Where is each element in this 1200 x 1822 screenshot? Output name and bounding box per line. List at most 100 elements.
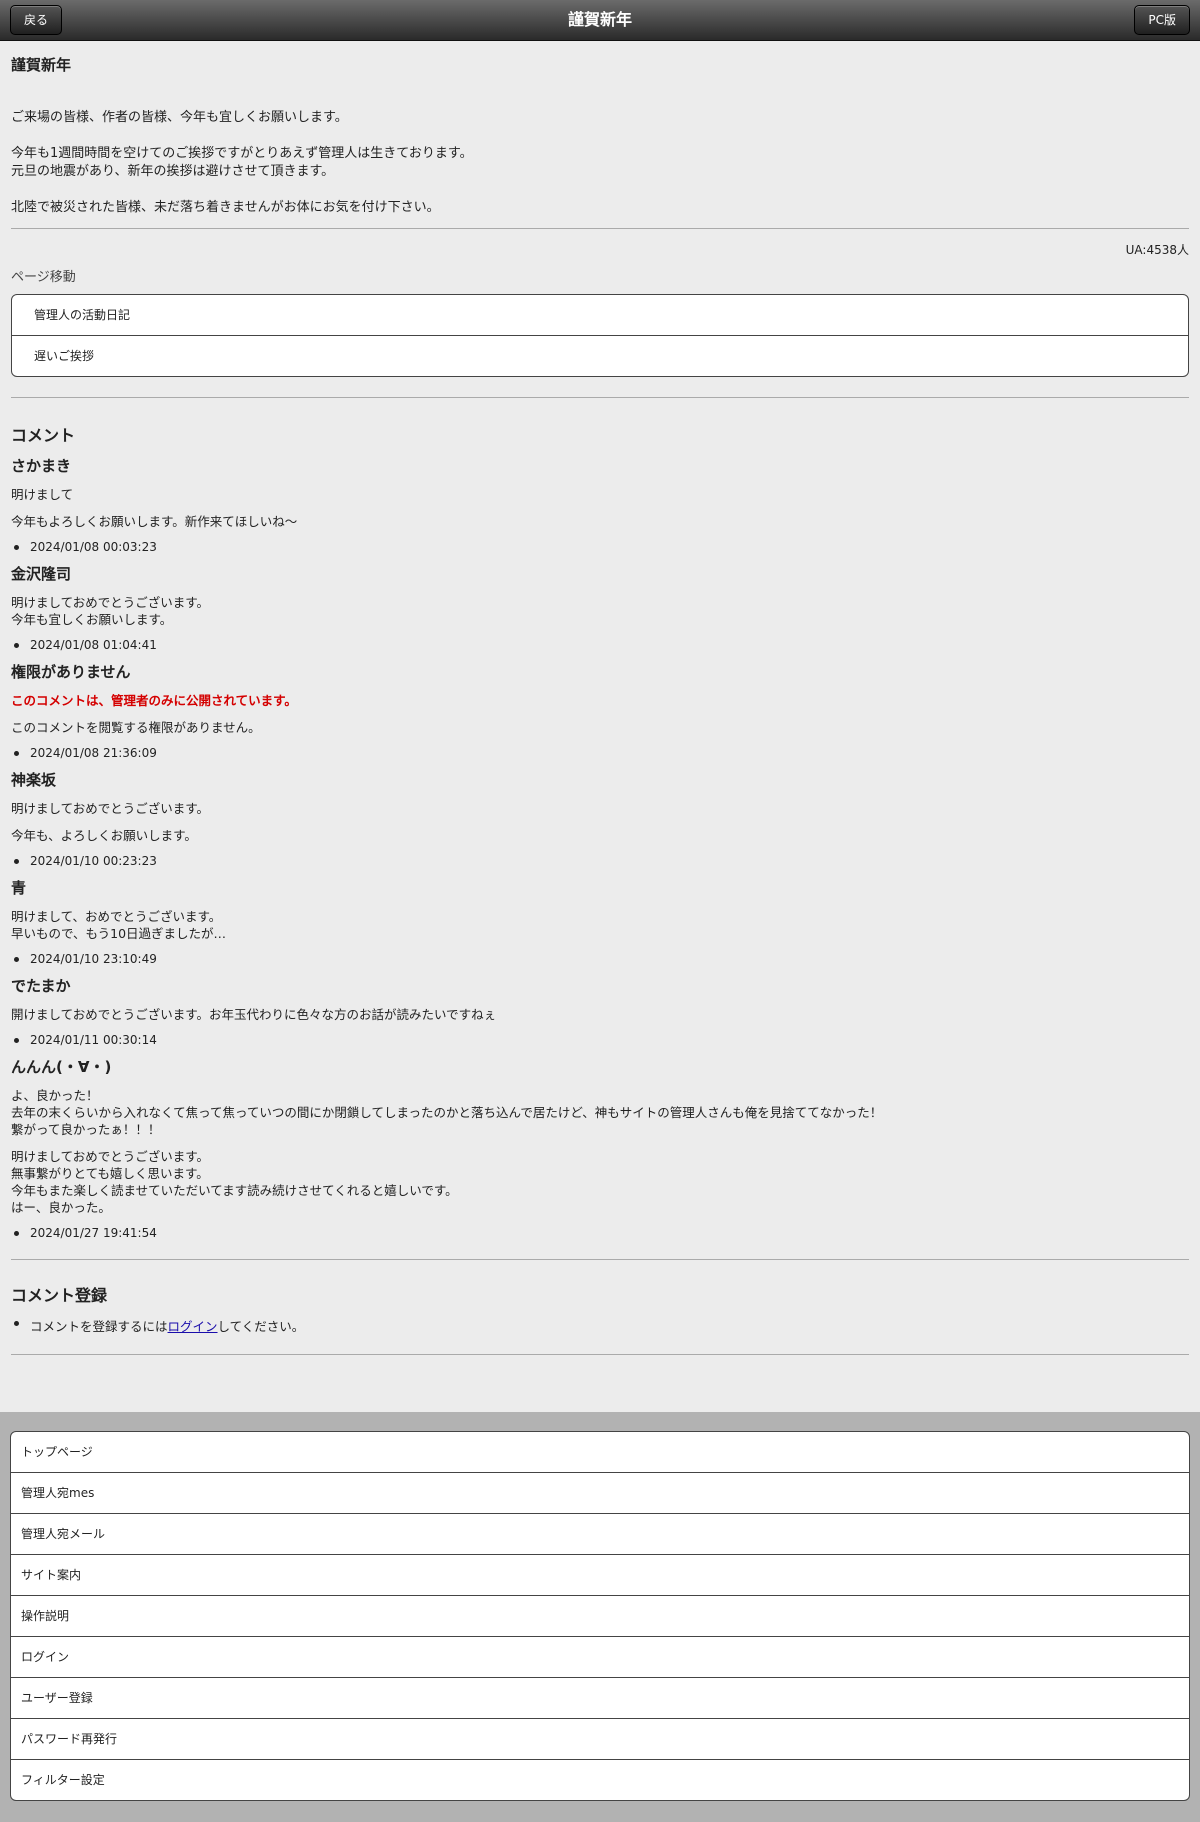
bullet-icon	[14, 1038, 19, 1043]
footer-menu-item[interactable]: ログイン	[11, 1636, 1189, 1677]
article-line: 元旦の地震があり、新年の挨拶は避けさせて頂きます。	[11, 164, 335, 179]
footer-menu-item[interactable]: パスワード再発行	[11, 1718, 1189, 1759]
comment-timestamp: 2024/01/08 00:03:23	[30, 540, 157, 554]
login-link[interactable]: ログイン	[168, 1319, 218, 1334]
comment-line: 明けましておめでとうございます。	[11, 801, 210, 816]
comments-heading: コメント	[11, 426, 76, 445]
comment-date: 2024/01/11 00:30:14	[11, 1033, 1189, 1047]
article-paragraph: ご来場の皆様、作者の皆様、今年も宜しくお願いします。	[11, 109, 1189, 127]
article-paragraph: 今年も1週間時間を空けてのご挨拶ですがとりあえず管理人は生きております。 元旦の地…	[11, 145, 1189, 181]
comment-text: 明けましておめでとうございます。	[11, 800, 1189, 817]
bullet-icon	[14, 859, 19, 864]
comment-timestamp: 2024/01/27 19:41:54	[30, 1226, 157, 1240]
comment-line: 去年の末くらいから入れなくて焦って焦っていつの間にか閉鎖してしまったのかと落ち込…	[11, 1105, 883, 1120]
comment-line: はー、良かった。	[11, 1200, 111, 1215]
bullet-icon	[14, 545, 19, 550]
comment-timestamp: 2024/01/11 00:30:14	[30, 1033, 157, 1047]
comment-author: 権限がありません	[11, 663, 131, 681]
divider	[11, 397, 1189, 398]
private-notice: このコメントは、管理者のみに公開されています。	[11, 693, 297, 708]
comment-line: 明けまして	[11, 487, 74, 502]
comment: さかまき明けまして今年もよろしくお願いします。新作来てほしいね〜 2024/01/…	[11, 455, 1189, 554]
comment-author: 金沢隆司	[11, 565, 72, 583]
pc-version-button[interactable]: PC版	[1134, 5, 1190, 35]
register-prefix: コメントを登録するには	[30, 1319, 168, 1334]
page-move-list: 管理人の活動日記 遅いご挨拶	[11, 294, 1189, 377]
article-title: 謹賀新年	[11, 56, 72, 74]
comment-timestamp: 2024/01/08 21:36:09	[30, 746, 157, 760]
footer-menu-item[interactable]: 管理人宛mes	[11, 1472, 1189, 1513]
comment-text: 今年もよろしくお願いします。新作来てほしいね〜	[11, 513, 1189, 530]
article-line: ご来場の皆様、作者の皆様、今年も宜しくお願いします。	[11, 110, 348, 125]
comment-line: 早いもので、もう10日過ぎましたが…	[11, 926, 227, 941]
comment-line: 今年も、よろしくお願いします。	[11, 828, 197, 843]
footer-menu-item[interactable]: フィルター設定	[11, 1759, 1189, 1800]
divider	[11, 228, 1189, 229]
comment-date: 2024/01/10 00:23:23	[11, 854, 1189, 868]
comment: んんん(・∀・) よ、良かった！ 去年の末くらいから入れなくて焦って焦っていつの間に…	[11, 1056, 1189, 1240]
footer: トップページ 管理人宛mes 管理人宛メール サイト案内 操作説明 ログイン ユーザー登録パ…	[0, 1412, 1200, 1822]
comment-line: 開けましておめでとうございます。お年玉代わりに色々な方のお話が読みたいですねぇ	[11, 1007, 497, 1022]
comment-register-heading: コメント登録	[11, 1286, 108, 1305]
comment-date: 2024/01/08 21:36:09	[11, 746, 1189, 760]
comment-line: 明けましておめでとうございます。	[11, 1149, 210, 1164]
comment-timestamp: 2024/01/10 23:10:49	[30, 952, 157, 966]
divider	[11, 1259, 1189, 1260]
comment: 神楽坂明けましておめでとうございます。 今年も、よろしくお願いします。 2024/0…	[11, 769, 1189, 868]
comment-author: 青	[11, 879, 27, 897]
comment-text: 明けまして	[11, 486, 1189, 503]
comment-text: よ、良かった！ 去年の末くらいから入れなくて焦って焦っていつの間にか閉鎖してしまっ…	[11, 1087, 1189, 1138]
comment-line: 繋がって良かったぁ！！！	[11, 1122, 161, 1137]
comment-text: 今年も、よろしくお願いします。	[11, 827, 1189, 844]
footer-menu-item[interactable]: トップページ	[11, 1432, 1189, 1472]
comment-text: このコメントを閲覧する権限がありません。	[11, 719, 1189, 736]
register-suffix: してください。	[217, 1319, 305, 1334]
footer-menu-item[interactable]: 操作説明	[11, 1595, 1189, 1636]
comment-text: 明けましておめでとうございます。 無事繋がりとても嬉しく思います。今年もまた楽しく…	[11, 1148, 1189, 1216]
bullet-icon	[14, 957, 19, 962]
footer-menu-item[interactable]: サイト案内	[11, 1554, 1189, 1595]
article-paragraph: 北陸で被災された皆様、未だ落ち着きませんがお体にお気を付け下さい。	[11, 199, 1189, 217]
bullet-icon	[14, 751, 19, 756]
comment-author: さかまき	[11, 457, 72, 475]
article-line: 今年も1週間時間を空けてのご挨拶ですがとりあえず管理人は生きております。	[11, 146, 473, 161]
top-bar: 戻る 謹賀新年 PC版	[0, 0, 1200, 41]
bullet-icon	[14, 643, 19, 648]
page-move-item[interactable]: 遅いご挨拶	[12, 335, 1188, 376]
footer-menu: トップページ 管理人宛mes 管理人宛メール サイト案内 操作説明 ログイン ユーザー登録パ…	[10, 1431, 1190, 1801]
divider	[11, 1354, 1189, 1355]
comment: 権限がありませんこのコメントは、管理者のみに公開されています。 このコメントを閲覧…	[11, 661, 1189, 760]
comment-line: 今年もよろしくお願いします。新作来てほしいね〜	[11, 514, 298, 529]
main-content: 謹賀新年 ご来場の皆様、作者の皆様、今年も宜しくお願いします。今年も1週間時間を…	[0, 54, 1200, 1355]
comment: 金沢隆司明けましておめでとうございます。 今年も宜しくお願いします。 2024/01…	[11, 563, 1189, 652]
footer-menu-item[interactable]: ユーザー登録	[11, 1677, 1189, 1718]
comments-list: さかまき明けまして今年もよろしくお願いします。新作来てほしいね〜 2024/01/…	[11, 455, 1189, 1240]
comment-line: このコメントを閲覧する権限がありません。	[11, 720, 261, 735]
page-header-title: 謹賀新年	[567, 10, 632, 29]
comment-line: 明けましておめでとうございます。	[11, 595, 210, 610]
comment-line: 今年も宜しくお願いします。	[11, 612, 173, 627]
comment-line: 今年もまた楽しく読ませていただいてます読み続けさせてくれると嬉しいです。	[11, 1183, 458, 1198]
page-move-item[interactable]: 管理人の活動日記	[12, 295, 1188, 335]
comment-date: 2024/01/27 19:41:54	[11, 1226, 1189, 1240]
comment-timestamp: 2024/01/08 01:04:41	[30, 638, 157, 652]
comment-line: よ、良かった！	[11, 1088, 99, 1103]
ua-count: UA:4538人	[1125, 243, 1189, 257]
comment-line: 明けまして、おめでとうございます。	[11, 909, 222, 924]
page-move-label: ページ移動	[11, 270, 76, 285]
comment-register-note: コメントを登録するにはログインしてください。	[11, 1316, 1189, 1335]
comment-author: でたまか	[11, 977, 71, 995]
comment-line: 無事繋がりとても嬉しく思います。	[11, 1166, 209, 1181]
comment: でたまか開けましておめでとうございます。お年玉代わりに色々な方のお話が読みたいで…	[11, 975, 1189, 1047]
comment-date: 2024/01/08 00:03:23	[11, 540, 1189, 554]
comment-date: 2024/01/10 23:10:49	[11, 952, 1189, 966]
comment-timestamp: 2024/01/10 00:23:23	[30, 854, 157, 868]
comment-text: 開けましておめでとうございます。お年玉代わりに色々な方のお話が読みたいですねぇ	[11, 1006, 1189, 1023]
comment-author: 神楽坂	[11, 771, 57, 789]
bullet-icon	[14, 1321, 19, 1326]
footer-menu-item[interactable]: 管理人宛メール	[11, 1513, 1189, 1554]
comment-date: 2024/01/08 01:04:41	[11, 638, 1189, 652]
comment-text: 明けまして、おめでとうございます。 早いもので、もう10日過ぎましたが…	[11, 908, 1189, 942]
bullet-icon	[14, 1231, 19, 1236]
article-body: ご来場の皆様、作者の皆様、今年も宜しくお願いします。今年も1週間時間を空けてのご…	[11, 109, 1189, 217]
